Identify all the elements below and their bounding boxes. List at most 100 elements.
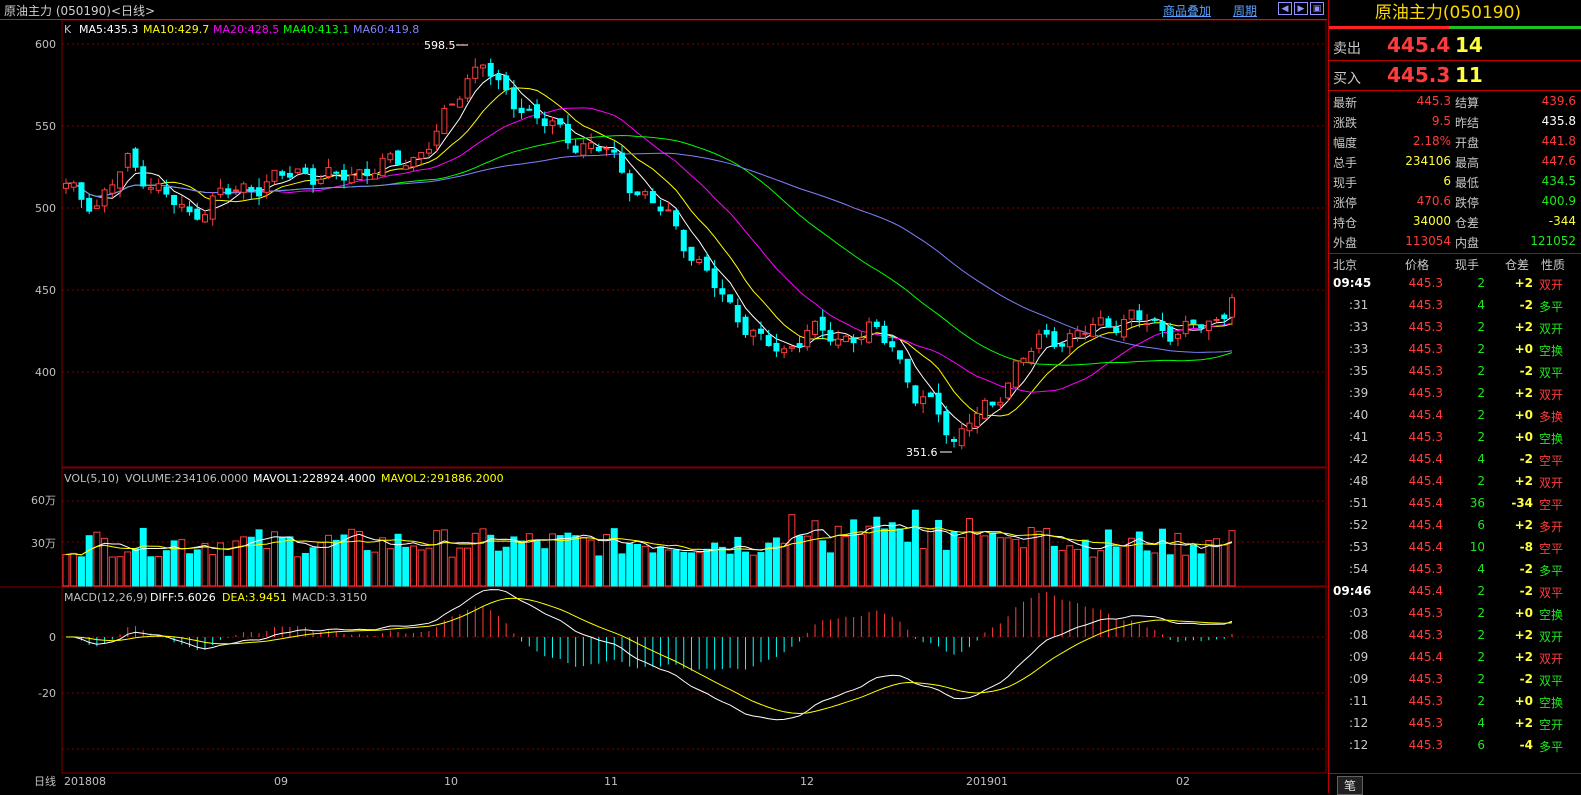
volume-bar: [131, 548, 139, 587]
tick-nature: 双开: [1539, 476, 1564, 490]
next-arrow-icon[interactable]: ▶: [1294, 2, 1308, 15]
period-link[interactable]: 周期: [1233, 2, 1257, 19]
overlay-commodity-link[interactable]: 商品叠加: [1163, 2, 1211, 19]
candle-body: [248, 186, 255, 192]
tick-oi-change: +0: [1514, 694, 1533, 708]
tick-nature: 双平: [1539, 366, 1564, 380]
candle-body: [1205, 320, 1212, 332]
volume-bar: [518, 540, 526, 587]
volume-bar: [865, 525, 873, 587]
candle-body: [557, 118, 564, 125]
tick-price: 445.4: [1408, 474, 1443, 488]
stat-label: 外盘: [1333, 236, 1358, 250]
candle-body: [147, 187, 154, 190]
volume-bar: [726, 553, 734, 587]
prev-arrow-icon[interactable]: ◀: [1278, 2, 1292, 15]
quote-stat-row: 涨跌 9.5 昨结 435.8: [1329, 112, 1581, 132]
volume-bar: [1112, 546, 1120, 587]
candle-body: [711, 268, 718, 289]
volume-bar: [186, 553, 194, 587]
volume-bar: [270, 531, 278, 587]
tick-price: 445.3: [1408, 694, 1443, 708]
candle-body: [1035, 333, 1042, 349]
tick-time: :48: [1349, 474, 1369, 488]
volume-bar: [1050, 545, 1058, 587]
tick-time: :09: [1349, 650, 1369, 664]
candle-body: [124, 152, 131, 168]
tick-price: 445.3: [1408, 738, 1443, 752]
volume-bar: [819, 540, 827, 587]
candle-body: [1074, 330, 1081, 339]
volume-bar: [1043, 527, 1051, 587]
candle-body: [387, 153, 394, 161]
tick-nature: 空换: [1539, 696, 1564, 710]
period-corner-label[interactable]: 日线: [34, 774, 56, 788]
volume-bar: [888, 522, 896, 587]
chart-grid: [0, 20, 1327, 774]
tick-time: :33: [1349, 342, 1369, 356]
quote-stat-row: 现手 6 最低 434.5: [1329, 172, 1581, 192]
tick-oi-change: +2: [1514, 628, 1533, 642]
macd-dea: DEA:3.9451: [222, 591, 287, 604]
volume-bar: [433, 530, 441, 587]
tick-nature: 双开: [1539, 652, 1564, 666]
volume-bar: [1027, 527, 1035, 587]
stat-value: 445.3: [1416, 94, 1451, 108]
volume-bar: [587, 539, 595, 587]
main-panel-frame: [61, 20, 1327, 468]
candle-body: [981, 399, 988, 419]
candle-body: [912, 385, 919, 404]
candle-body: [487, 62, 494, 77]
tick-nature: 空平: [1539, 498, 1564, 512]
candle-body: [572, 145, 579, 153]
tick-qty: 2: [1477, 276, 1485, 290]
candle-body: [796, 343, 803, 348]
volume-bar: [989, 532, 997, 587]
stat-label: 开盘: [1455, 136, 1480, 150]
stat-value: 441.8: [1541, 134, 1576, 148]
volume-bar: [672, 549, 680, 587]
volume-bar: [1143, 550, 1151, 587]
volume-bar: [479, 528, 487, 587]
candle-body: [804, 329, 811, 348]
tick-price: 445.3: [1408, 386, 1443, 400]
quote-stats: 最新 445.3 结算 439.6 涨跌 9.5 昨结 435.8 幅度 2.18% 开盘 441.8…: [1329, 92, 1581, 252]
candle-body: [842, 335, 849, 343]
candle-body: [186, 206, 193, 213]
tick-oi-change: -8: [1519, 540, 1533, 554]
chart-title-bar: 原油主力 (050190)<日线> 商品叠加 周期 ◀ ▶ ▣: [0, 0, 1327, 20]
candle-body: [101, 189, 108, 207]
stat-label: 结算: [1455, 96, 1480, 110]
x-label-11: 11: [604, 775, 618, 788]
candle-body: [611, 149, 618, 153]
candle-body: [866, 321, 873, 343]
volume-bar: [240, 536, 248, 587]
volume-bar: [1097, 550, 1105, 587]
candle-body: [117, 171, 124, 189]
candle-body: [201, 214, 208, 223]
stat-value: 6: [1443, 174, 1451, 188]
candle-body: [757, 328, 764, 334]
stat-value: 447.6: [1541, 154, 1576, 168]
volume-bar: [579, 536, 587, 587]
tick-time: :40: [1349, 408, 1369, 422]
tick-qty: 2: [1477, 342, 1485, 356]
tab-trades[interactable]: 笔: [1337, 776, 1364, 795]
candle-body: [997, 401, 1004, 406]
volume-bar: [1182, 554, 1190, 587]
kline-chart[interactable]: K MA5:435.3 MA10:429.7 MA20:428.5 MA40:4…: [0, 20, 1327, 793]
maximize-icon[interactable]: ▣: [1310, 2, 1324, 15]
tick-header-row: 北京 价格 现手 仓差 性质: [1329, 255, 1581, 273]
stat-value: 435.8: [1541, 114, 1576, 128]
y-tick-400: 400: [35, 366, 56, 379]
candle-body: [742, 316, 749, 335]
x-label-12: 12: [800, 775, 814, 788]
tick-time: :08: [1349, 628, 1369, 642]
candle-body: [93, 205, 100, 209]
tick-nature: 空换: [1539, 432, 1564, 446]
tick-list[interactable]: 09:45 445.3 2 +2 双开:31 445.3 4 -2 多平:33 445.3 2 +2 双…: [1329, 273, 1581, 769]
volume-bar: [1004, 537, 1012, 587]
candle-body: [896, 350, 903, 360]
stat-label: 仓差: [1455, 216, 1480, 230]
volume-bar: [564, 532, 572, 587]
